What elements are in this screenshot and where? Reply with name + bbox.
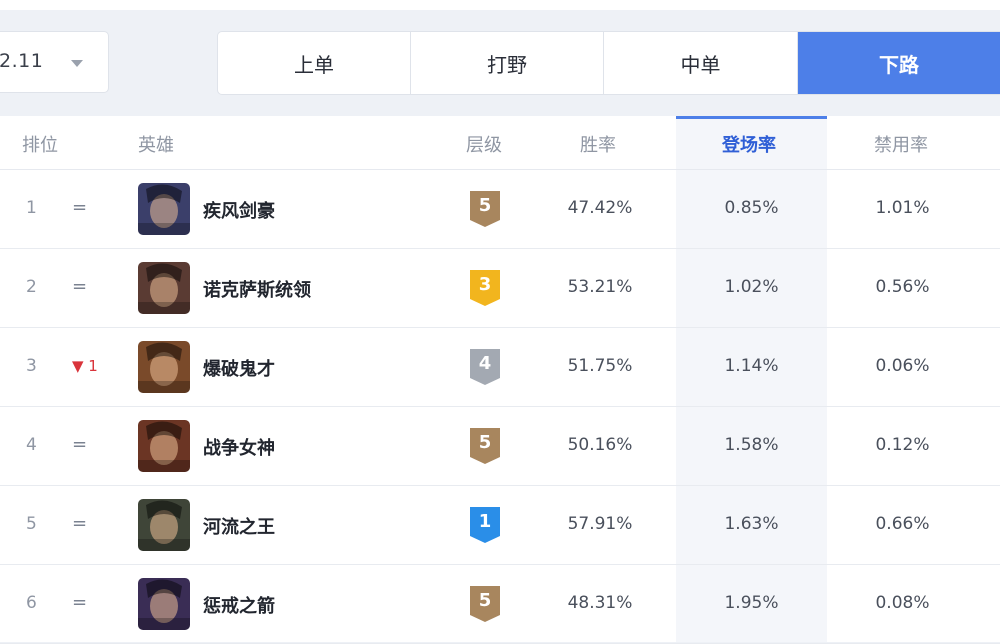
ban-rate-value: 0.66% xyxy=(875,514,930,534)
rank-unchanged-indicator: = xyxy=(72,197,88,218)
tier-badge: 1 xyxy=(469,506,501,544)
rank-number: 1 xyxy=(26,198,37,218)
header-tier[interactable]: 层级 xyxy=(466,131,502,157)
version-select[interactable]: 2.11 xyxy=(0,31,109,93)
hero-avatar[interactable] xyxy=(138,341,190,393)
rank-number: 4 xyxy=(26,435,37,455)
hero-name[interactable]: 疾风剑豪 xyxy=(203,197,275,223)
rank-unchanged-indicator: = xyxy=(72,434,88,455)
rank-number: 6 xyxy=(26,593,37,613)
rank-number: 5 xyxy=(26,514,37,534)
table-row[interactable]: 3 ▼ 1 爆破鬼才 4 51.75% 1.14% 0.06% xyxy=(0,328,1000,407)
pick-rate-value: 0.85% xyxy=(724,198,779,218)
version-value: 2.11 xyxy=(0,50,44,72)
tier-badge: 5 xyxy=(469,190,501,228)
hero-name[interactable]: 爆破鬼才 xyxy=(203,355,275,381)
ban-rate-value: 0.08% xyxy=(875,593,930,613)
hero-avatar[interactable] xyxy=(138,420,190,472)
ban-rate-value: 0.12% xyxy=(875,435,930,455)
tier-badge: 3 xyxy=(469,269,501,307)
tier-number: 5 xyxy=(478,432,492,453)
tier-number: 5 xyxy=(478,590,492,611)
hero-table: 排位 英雄 层级 胜率 登场率 禁用率 1 = 疾风剑豪 5 47.42% 0.… xyxy=(0,116,1000,644)
pick-rate-value: 1.14% xyxy=(724,356,779,376)
tier-badge: 5 xyxy=(469,427,501,465)
role-tabs: 上单 打野 中单 下路 xyxy=(217,31,1000,95)
ban-rate-value: 0.06% xyxy=(875,356,930,376)
hero-name[interactable]: 河流之王 xyxy=(203,513,275,539)
win-rate-value: 57.91% xyxy=(567,514,633,534)
rank-number: 2 xyxy=(26,277,37,297)
rank-unchanged-indicator: = xyxy=(72,513,88,534)
tier-badge: 5 xyxy=(469,585,501,623)
header-win-rate[interactable]: 胜率 xyxy=(580,131,616,157)
hero-name[interactable]: 诺克萨斯统领 xyxy=(203,276,311,302)
top-strip xyxy=(0,0,1000,10)
win-rate-value: 50.16% xyxy=(567,435,633,455)
pick-rate-value: 1.58% xyxy=(724,435,779,455)
table-row[interactable]: 6 = 惩戒之箭 5 48.31% 1.95% 0.08% xyxy=(0,565,1000,644)
pick-rate-value: 1.02% xyxy=(724,277,779,297)
hero-avatar[interactable] xyxy=(138,262,190,314)
table-row[interactable]: 5 = 河流之王 1 57.91% 1.63% 0.66% xyxy=(0,486,1000,565)
win-rate-value: 53.21% xyxy=(567,277,633,297)
ban-rate-value: 1.01% xyxy=(875,198,930,218)
tab-mid[interactable]: 中单 xyxy=(604,32,798,94)
hero-avatar[interactable] xyxy=(138,183,190,235)
pick-rate-value: 1.95% xyxy=(724,593,779,613)
hero-name[interactable]: 惩戒之箭 xyxy=(203,592,275,618)
header-ban-rate[interactable]: 禁用率 xyxy=(874,131,928,157)
pick-rate-value: 1.63% xyxy=(724,514,779,534)
table-row[interactable]: 4 = 战争女神 5 50.16% 1.58% 0.12% xyxy=(0,407,1000,486)
header-rank[interactable]: 排位 xyxy=(22,131,58,157)
header-hero: 英雄 xyxy=(138,135,174,156)
tier-number: 5 xyxy=(478,195,492,216)
table-row[interactable]: 2 = 诺克萨斯统领 3 53.21% 1.02% 0.56% xyxy=(0,249,1000,328)
tier-badge: 4 xyxy=(469,348,501,386)
tier-number: 1 xyxy=(478,511,492,532)
tier-number: 3 xyxy=(478,274,492,295)
rank-unchanged-indicator: = xyxy=(72,592,88,613)
tab-top[interactable]: 上单 xyxy=(218,32,411,94)
rank-number: 3 xyxy=(26,356,37,376)
tab-jungle[interactable]: 打野 xyxy=(411,32,604,94)
rank-unchanged-indicator: = xyxy=(72,276,88,297)
chevron-down-icon[interactable] xyxy=(71,60,83,67)
win-rate-value: 51.75% xyxy=(567,356,633,376)
ban-rate-value: 0.56% xyxy=(875,277,930,297)
win-rate-value: 47.42% xyxy=(567,198,633,218)
header-pick-rate[interactable]: 登场率 xyxy=(722,131,776,157)
hero-avatar[interactable] xyxy=(138,499,190,551)
tier-number: 4 xyxy=(478,353,492,374)
rank-down-indicator: ▼ 1 xyxy=(72,357,98,375)
table-header: 排位 英雄 层级 胜率 登场率 禁用率 xyxy=(0,116,1000,170)
tab-bottom[interactable]: 下路 xyxy=(798,32,1000,94)
hero-name[interactable]: 战争女神 xyxy=(203,434,275,460)
win-rate-value: 48.31% xyxy=(567,593,633,613)
table-row[interactable]: 1 = 疾风剑豪 5 47.42% 0.85% 1.01% xyxy=(0,170,1000,249)
hero-avatar[interactable] xyxy=(138,578,190,630)
